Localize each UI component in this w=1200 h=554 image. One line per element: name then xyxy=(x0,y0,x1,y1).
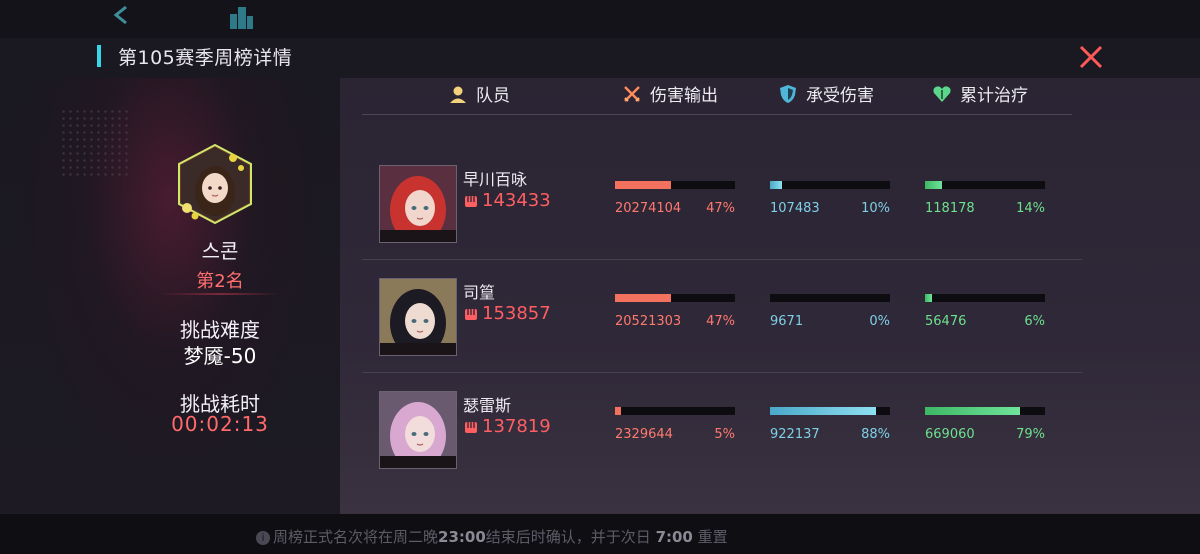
heal-value: 56476 xyxy=(925,314,967,329)
taken-bar xyxy=(770,181,890,189)
member-row[interactable]: 瑟雷斯 137819 2329644 5% 922137 88% 669060 79% xyxy=(362,386,1082,498)
shield-icon xyxy=(780,84,796,103)
member-power: 137819 xyxy=(463,416,551,437)
heal-percent: 14% xyxy=(1016,201,1045,216)
header-member: 队员 xyxy=(448,81,510,106)
header-damage: 伤害输出 xyxy=(622,81,718,106)
taken-value: 9671 xyxy=(770,314,804,329)
damage-bar-fill xyxy=(615,181,672,189)
taken-value: 107483 xyxy=(770,201,820,216)
reset-notice: i 周榜正式名次将在周二晚23:00结束后时确认，并于次日 7:00 重置 xyxy=(256,526,728,547)
heal-stat: 118178 14% xyxy=(925,181,1045,216)
member-name: 瑟雷斯 xyxy=(463,396,512,415)
taken-value: 922137 xyxy=(770,427,820,442)
header-taken-label: 承受伤害 xyxy=(806,86,874,106)
damage-percent: 47% xyxy=(706,314,735,329)
heal-value: 118178 xyxy=(925,201,975,216)
taken-bar xyxy=(770,407,890,415)
header-taken: 承受伤害 xyxy=(778,81,874,106)
damage-percent: 5% xyxy=(714,427,735,442)
header-damage-label: 伤害输出 xyxy=(650,86,718,106)
member-name: 早川百咏 xyxy=(463,170,528,189)
player-avatar[interactable] xyxy=(175,144,255,224)
title-accent-bar xyxy=(97,45,101,67)
notice-mid: 结束后时确认，并于次日 xyxy=(485,528,651,546)
heal-percent: 6% xyxy=(1024,314,1045,329)
fist-power-icon xyxy=(465,195,477,207)
member-portrait[interactable] xyxy=(379,165,457,243)
taken-stat: 9671 0% xyxy=(770,294,890,329)
damage-stat: 2329644 5% xyxy=(615,407,735,442)
damage-percent: 47% xyxy=(706,201,735,216)
row-divider xyxy=(362,259,1082,260)
close-x-icon[interactable] xyxy=(1078,44,1104,70)
member-power: 153857 xyxy=(463,303,551,324)
header-heal-label: 累计治疗 xyxy=(960,86,1028,106)
header-heal: 累计治疗 xyxy=(932,81,1028,106)
heal-bar-fill xyxy=(925,181,942,189)
fist-power-icon xyxy=(465,308,477,320)
damage-value: 20274104 xyxy=(615,201,682,216)
taken-bar-fill xyxy=(770,407,876,415)
person-icon xyxy=(450,86,466,103)
taken-bar xyxy=(770,294,890,302)
heal-bar xyxy=(925,294,1045,302)
taken-percent: 0% xyxy=(869,314,890,329)
info-icon: i xyxy=(256,531,270,545)
member-power-value: 137819 xyxy=(482,416,551,437)
member-power-value: 153857 xyxy=(482,303,551,324)
damage-bar-fill xyxy=(615,407,621,415)
header-divider xyxy=(362,114,1072,115)
damage-bar xyxy=(615,181,735,189)
rank-underline xyxy=(160,293,280,295)
heal-bar xyxy=(925,407,1045,415)
damage-value: 20521303 xyxy=(615,314,682,329)
row-divider xyxy=(362,372,1082,373)
taken-stat: 107483 10% xyxy=(770,181,890,216)
modal-title: 第105赛季周榜详情 xyxy=(118,47,293,69)
member-power-value: 143433 xyxy=(482,190,551,211)
damage-bar xyxy=(615,407,735,415)
fist-power-icon xyxy=(465,421,477,433)
player-panel xyxy=(0,78,340,514)
taken-percent: 88% xyxy=(861,427,890,442)
notice-time-1: 23:00 xyxy=(438,528,486,546)
member-portrait[interactable] xyxy=(379,391,457,469)
heal-bar-fill xyxy=(925,407,1020,415)
crossed-swords-icon xyxy=(624,85,640,102)
notice-pre: 周榜正式名次将在周二晚 xyxy=(273,528,439,546)
taken-bar-fill xyxy=(770,181,782,189)
heal-stat: 669060 79% xyxy=(925,407,1045,442)
taken-stat: 922137 88% xyxy=(770,407,890,442)
damage-bar-fill xyxy=(615,294,672,302)
member-name: 司篁 xyxy=(463,283,496,302)
heal-bar-fill xyxy=(925,294,933,302)
taken-percent: 10% xyxy=(861,201,890,216)
heal-bar xyxy=(925,181,1045,189)
damage-bar xyxy=(615,294,735,302)
notice-post: 重置 xyxy=(697,528,728,546)
dot-pattern-decoration xyxy=(60,108,130,178)
building-icon[interactable] xyxy=(226,2,256,32)
back-arrow-icon[interactable] xyxy=(106,2,136,32)
heal-percent: 79% xyxy=(1016,427,1045,442)
damage-value: 2329644 xyxy=(615,427,673,442)
member-power: 143433 xyxy=(463,190,551,211)
member-portrait[interactable] xyxy=(379,278,457,356)
damage-stat: 20274104 47% xyxy=(615,181,735,216)
top-bar xyxy=(0,0,1200,38)
damage-stat: 20521303 47% xyxy=(615,294,735,329)
notice-time-2: 7:00 xyxy=(655,528,693,546)
heal-stat: 56476 6% xyxy=(925,294,1045,329)
header-member-label: 队员 xyxy=(476,86,510,106)
heart-icon xyxy=(933,85,951,102)
member-row[interactable]: 早川百咏 143433 20274104 47% 107483 10% 118178 14% xyxy=(362,160,1082,272)
heal-value: 669060 xyxy=(925,427,975,442)
member-row[interactable]: 司篁 153857 20521303 47% 9671 0% 56476 6% xyxy=(362,273,1082,385)
